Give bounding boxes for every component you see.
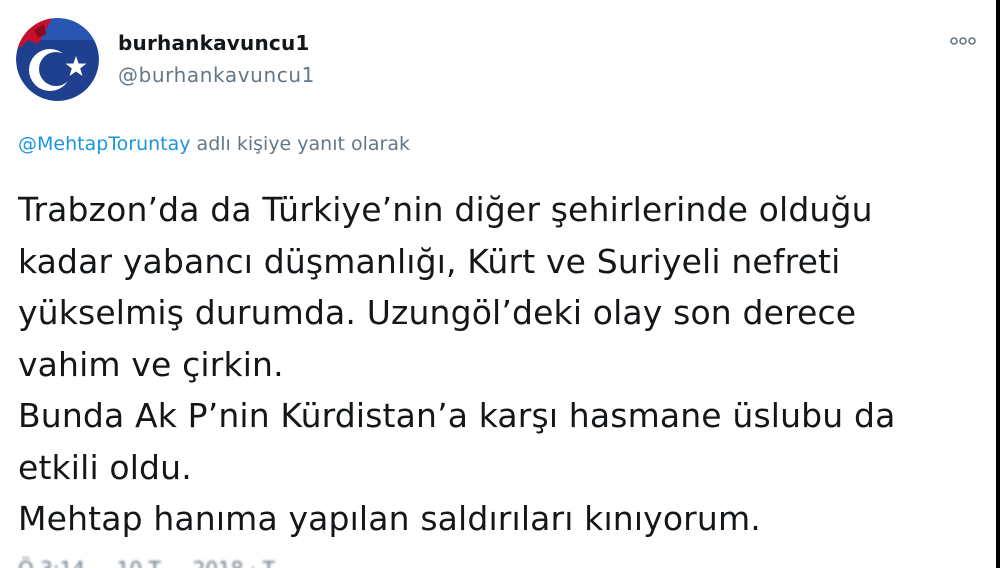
more-options-icon <box>950 37 976 45</box>
author-display-name[interactable]: burhankavuncu1 <box>118 31 310 55</box>
author-handle[interactable]: @burhankavuncu1 <box>118 63 315 87</box>
reply-context-label: adlı kişiye yanıt olarak <box>190 133 410 155</box>
tweet-text-line: etkili oldu. <box>18 447 192 487</box>
tweet-text-line: Bunda Ak P’nin Kürdistan’a karşı hasmane… <box>18 396 896 435</box>
reply-context: @MehtapToruntay adlı kişiye yanıt olarak <box>18 133 410 155</box>
flag-avatar-icon <box>16 18 99 101</box>
more-options-button[interactable] <box>946 30 980 52</box>
tweet-text-line: yükselmiş durumda. Uzungöl’deki olay son… <box>18 293 857 332</box>
tweet-timestamp-partial: Ö 3:14 ... 10 T ... 2018 · T ... <box>18 557 300 568</box>
tweet-text-line: Mehtap hanıma yapılan saldırıları kınıyo… <box>18 499 761 538</box>
tweet-text-line: kadar yabancı düşmanlığı, Kürt ve Suriye… <box>18 241 841 281</box>
tweet-card: burhankavuncu1 @burhankavuncu1 @MehtapTo… <box>0 0 996 568</box>
reply-mention-link[interactable]: @MehtapToruntay <box>18 133 191 155</box>
tweet-text: Trabzon’da da Türkiye’nin diğer şehirler… <box>18 184 978 545</box>
avatar[interactable] <box>16 18 99 101</box>
tweet-text-line: vahim ve çirkin. <box>18 344 284 384</box>
frame-edge <box>996 0 1000 568</box>
tweet-text-line: Trabzon’da da Türkiye’nin diğer şehirler… <box>18 190 873 229</box>
